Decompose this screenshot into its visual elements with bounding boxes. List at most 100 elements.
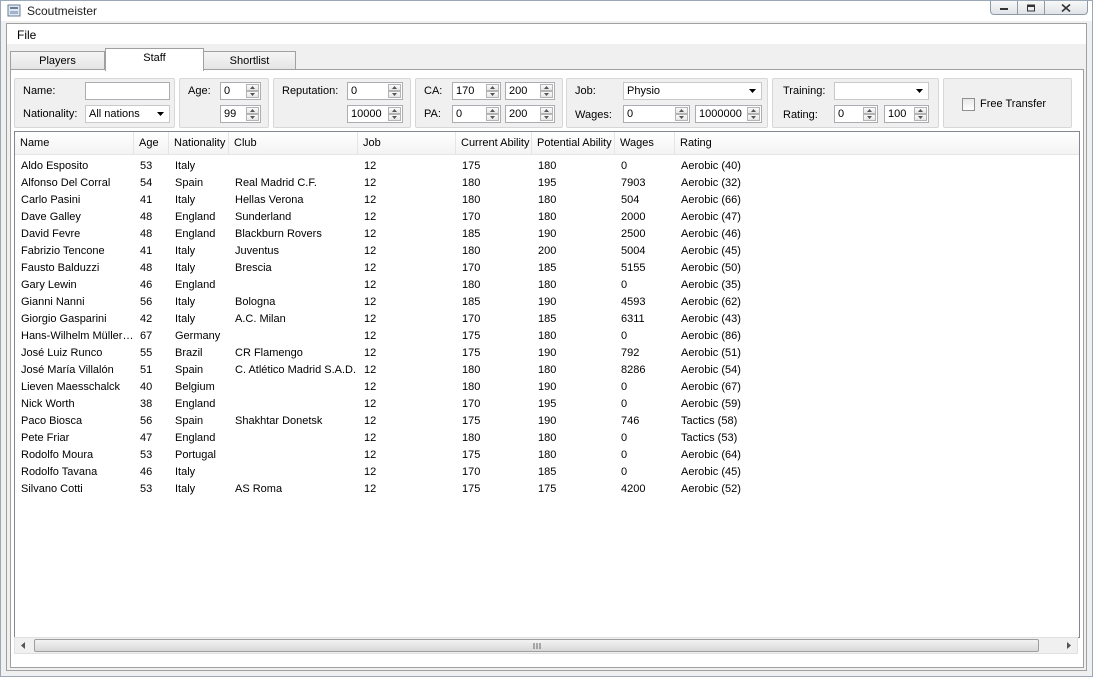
age-max-stepper[interactable]: 99 [220,105,261,123]
cell-age: 67 [140,330,153,342]
cell-rating: Aerobic (67) [681,381,741,393]
table-row[interactable]: David Fevre 48 England Blackburn Rovers 12 18… [15,226,1079,243]
wages-min-stepper[interactable]: 0 [623,105,690,123]
reputation-min-stepper[interactable]: 0 [347,82,403,100]
cell-rating: Aerobic (59) [681,398,741,410]
spin-down-button[interactable] [388,114,401,121]
spin-up-button[interactable] [747,107,760,114]
spin-up-button[interactable] [540,107,553,114]
reputation-max-stepper[interactable]: 10000 [347,105,403,123]
table-row[interactable]: Rodolfo Tavana 46 Italy 12 170 185 0 Aerobic (4… [15,464,1079,481]
table-row[interactable]: Nick Worth 38 England 12 170 195 0 Aerobic (59) [15,396,1079,413]
column-header-rating[interactable]: Rating [675,132,1079,154]
cell-name: Gianni Nanni [21,296,85,308]
table-row[interactable]: Lieven Maesschalck 40 Belgium 12 180 190 0 Aero… [15,379,1079,396]
staff-list[interactable]: Name Age Nationality Club Job Current Ab… [14,131,1080,638]
ca-min-stepper[interactable]: 170 [452,82,501,100]
nationality-label: Nationality: [23,108,78,120]
spin-up-button[interactable] [914,107,927,114]
nationality-dropdown[interactable]: All nations [85,105,170,123]
table-row[interactable]: Fabrizio Tencone 41 Italy Juventus 12 180 200 5… [15,243,1079,260]
chevron-down-icon [544,93,549,96]
job-dropdown[interactable]: Physio [623,82,762,100]
spin-up-button[interactable] [863,107,876,114]
chevron-up-icon [867,109,872,112]
table-row[interactable]: Gianni Nanni 56 Italy Bologna 12 185 190 4593 Ae… [15,294,1079,311]
column-header-current-ability[interactable]: Current Ability [456,132,532,154]
column-header-name[interactable]: Name [15,132,134,154]
spin-up-button[interactable] [388,84,401,91]
ca-max-stepper[interactable]: 200 [505,82,555,100]
minimize-button[interactable] [990,1,1018,15]
spin-up-button[interactable] [486,84,499,91]
table-row[interactable]: Hans-Wilhelm Müller-... 67 Germany 12 175 180… [15,328,1079,345]
age-min-value: 0 [224,85,231,97]
table-row[interactable]: José Luiz Runco 55 Brazil CR Flamengo 12 175 1… [15,345,1079,362]
cell-name: Rodolfo Moura [21,449,94,461]
table-row[interactable]: Rodolfo Moura 53 Portugal 12 175 180 0 Aerobic … [15,447,1079,464]
column-header-nationality[interactable]: Nationality [169,132,229,154]
cell-current-ability: 175 [462,483,481,495]
scroll-thumb[interactable] [34,639,1039,652]
spin-up-button[interactable] [540,84,553,91]
spin-up-button[interactable] [486,107,499,114]
spin-down-button[interactable] [675,114,688,121]
spin-up-button[interactable] [246,84,259,91]
pa-max-stepper[interactable]: 200 [505,105,555,123]
pa-max-value: 200 [509,108,528,120]
table-row[interactable]: Gary Lewin 46 England 12 180 180 0 Aerobic (35) [15,277,1079,294]
spin-up-button[interactable] [388,107,401,114]
free-transfer-label[interactable]: Free Transfer [980,98,1046,110]
tab-players[interactable]: Players [10,51,105,70]
cell-name: Gary Lewin [21,279,77,291]
table-row[interactable]: José María Villalón 51 Spain C. Atlético Ma… [15,362,1079,379]
close-button[interactable] [1044,1,1088,15]
spin-down-button[interactable] [540,91,553,98]
name-input[interactable] [85,82,170,100]
rating-max-stepper[interactable]: 100 [884,105,929,123]
table-row[interactable]: Carlo Pasini 41 Italy Hellas Verona 12 180 180… [15,192,1079,209]
table-row[interactable]: Fausto Balduzzi 48 Italy Brescia 12 170 185 515… [15,260,1079,277]
spin-down-button[interactable] [486,114,499,121]
spin-down-button[interactable] [486,91,499,98]
free-transfer-checkbox[interactable] [962,98,975,111]
horizontal-scrollbar[interactable] [14,637,1078,654]
spin-up-button[interactable] [246,107,259,114]
spin-down-button[interactable] [246,114,259,121]
spin-down-button[interactable] [747,114,760,121]
table-row[interactable]: Dave Galley 48 England Sunderland 12 170 180 20… [15,209,1079,226]
spin-down-button[interactable] [388,91,401,98]
tab-shortlist[interactable]: Shortlist [203,51,296,70]
column-header-wages[interactable]: Wages [615,132,675,154]
wages-max-stepper[interactable]: 1000000 [695,105,762,123]
spin-down-button[interactable] [246,91,259,98]
table-row[interactable]: Giorgio Gasparini 42 Italy A.C. Milan 12 170 1… [15,311,1079,328]
column-header-potential-ability[interactable]: Potential Ability [532,132,615,154]
cell-wages: 0 [621,432,628,444]
column-header-age[interactable]: Age [134,132,169,154]
spin-up-button[interactable] [675,107,688,114]
training-dropdown[interactable] [834,82,929,100]
cell-rating: Aerobic (43) [681,313,741,325]
pa-min-stepper[interactable]: 0 [452,105,501,123]
column-header-job[interactable]: Job [358,132,456,154]
wages-label: Wages: [575,109,612,121]
tab-staff[interactable]: Staff [105,48,204,71]
scroll-right-button[interactable] [1060,638,1077,653]
spin-down-button[interactable] [540,114,553,121]
cell-current-ability: 175 [462,330,481,342]
cell-nationality: Italy [175,160,196,172]
table-row[interactable]: Pete Friar 47 England 12 180 180 0 Tactics (53) [15,430,1079,447]
scroll-left-button[interactable] [15,638,32,653]
rating-min-stepper[interactable]: 0 [834,105,878,123]
age-min-stepper[interactable]: 0 [220,82,261,100]
table-row[interactable]: Aldo Esposito 53 Italy 12 175 180 0 Aerobic (40… [15,158,1079,175]
table-row[interactable]: Silvano Cotti 53 Italy AS Roma 12 175 175 4200 A… [15,481,1079,498]
column-header-club[interactable]: Club [229,132,358,154]
spin-down-button[interactable] [914,114,927,121]
menu-file[interactable]: File [17,28,36,42]
spin-down-button[interactable] [863,114,876,121]
table-row[interactable]: Alfonso Del Corral 54 Spain Real Madrid C.F… [15,175,1079,192]
table-row[interactable]: Paco Biosca 56 Spain Shakhtar Donetsk 12 175 1… [15,413,1079,430]
maximize-button[interactable] [1017,1,1045,15]
